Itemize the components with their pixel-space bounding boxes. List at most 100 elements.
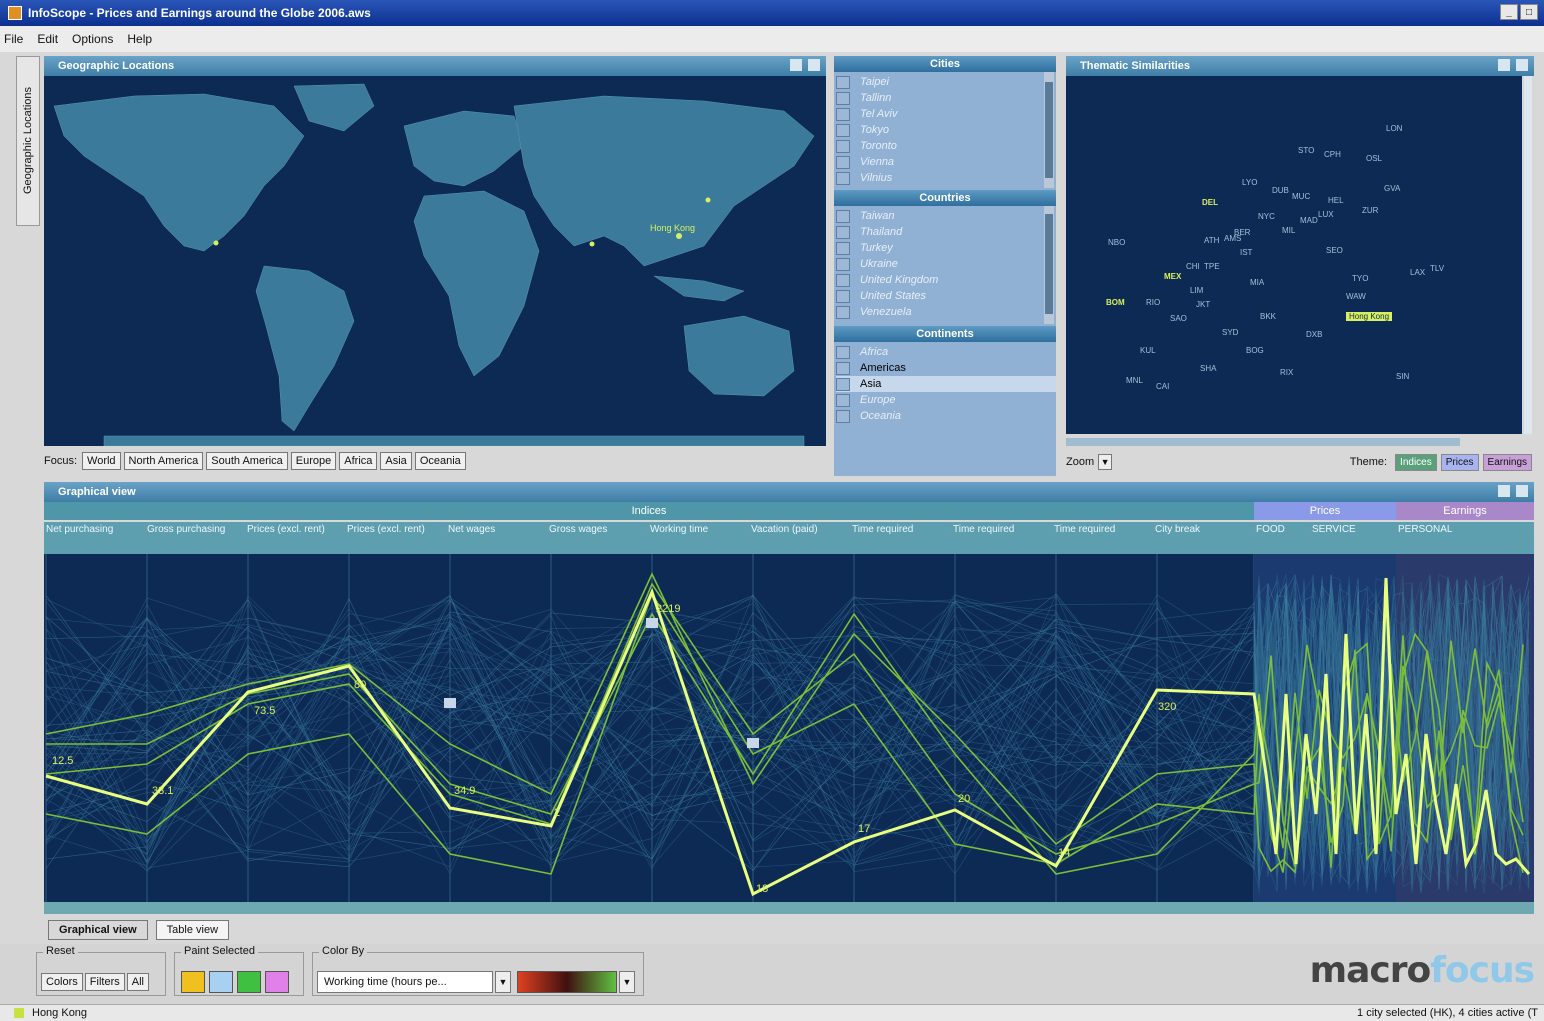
minimize-icon[interactable]: _ [1500,4,1518,20]
checkbox[interactable] [836,305,850,319]
group-prices[interactable]: Prices [1254,502,1396,520]
continent-item-oceania[interactable]: Oceania [836,408,1056,424]
city-code-label[interactable]: DEL [1202,198,1218,207]
gradient-dropdown-icon[interactable]: ▼ [619,971,635,993]
city-code-label[interactable]: LIM [1190,286,1203,295]
checkbox[interactable] [836,257,850,271]
reset-colors-button[interactable]: Colors [41,973,83,991]
city-item[interactable]: Vienna [836,154,1056,170]
city-item[interactable]: Tel Aviv [836,106,1056,122]
checkbox[interactable] [836,123,850,137]
color-by-select[interactable]: Working time (hours pe... [317,971,493,993]
restore-icon[interactable] [1498,485,1510,497]
thematic-hscrollbar[interactable] [1066,438,1460,446]
city-item[interactable]: Taipei [836,74,1056,90]
checkbox[interactable] [836,361,850,375]
city-code-label[interactable]: ZUR [1362,206,1378,215]
city-code-label[interactable]: BKK [1260,312,1276,321]
city-code-label[interactable]: STO [1298,146,1314,155]
focus-north-america-button[interactable]: North America [123,452,204,470]
checkbox[interactable] [836,393,850,407]
city-code-label[interactable]: LAX [1410,268,1425,277]
axis-label[interactable]: Vacation (paid) [749,522,850,538]
city-code-label[interactable]: SIN [1396,372,1409,381]
city-code-label[interactable]: KUL [1140,346,1156,355]
city-code-label[interactable]: MUC [1292,192,1310,201]
checkbox[interactable] [836,171,850,185]
city-code-label[interactable]: NYC [1258,212,1275,221]
checkbox[interactable] [836,91,850,105]
city-code-label[interactable]: SHA [1200,364,1216,373]
city-code-label[interactable]: IST [1240,248,1252,257]
axis-label[interactable]: Time required [850,522,951,538]
axis-label[interactable]: Time required [1052,522,1153,538]
city-item[interactable]: Tokyo [836,122,1056,138]
minimize-panel-icon[interactable] [1516,59,1528,71]
city-code-label[interactable]: TYO [1352,274,1368,283]
city-code-label[interactable]: MIA [1250,278,1264,287]
minimize-panel-icon[interactable] [808,59,820,71]
city-item[interactable]: Toronto [836,138,1056,154]
checkbox[interactable] [836,155,850,169]
axis-label[interactable]: Net purchasing [44,522,145,538]
restore-icon[interactable] [1498,59,1510,71]
axis-label[interactable]: Prices (excl. rent) [245,522,345,538]
city-code-label[interactable]: NBO [1108,238,1125,247]
city-code-label[interactable]: BOM [1106,298,1125,307]
city-code-label[interactable]: LON [1386,124,1402,133]
city-code-label[interactable]: LUX [1318,210,1334,219]
city-code-label[interactable]: OSL [1366,154,1382,163]
maximize-icon[interactable]: □ [1520,4,1538,20]
city-code-label[interactable]: BOG [1246,346,1264,355]
axis-label[interactable]: Working time [648,522,749,538]
focus-south-america-button[interactable]: South America [206,452,288,470]
axis-filter-strip[interactable] [44,902,1534,914]
city-code-label[interactable]: SAO [1170,314,1187,323]
axis-label[interactable]: PERSONAL [1396,522,1534,538]
axis-label[interactable]: Prices (excl. rent) [345,522,446,538]
axis-label[interactable]: Gross purchasing [145,522,245,538]
city-code-label[interactable]: SEO [1326,246,1343,255]
city-code-label[interactable]: TLV [1430,264,1444,273]
country-item[interactable]: United Kingdom [836,272,1056,288]
city-code-label[interactable]: MIL [1282,226,1295,235]
country-item[interactable]: Thailand [836,224,1056,240]
theme-indices-button[interactable]: Indices [1395,453,1437,471]
theme-prices-button[interactable]: Prices [1440,453,1479,471]
reset-filters-button[interactable]: Filters [84,973,125,991]
city-code-label[interactable]: MNL [1126,376,1143,385]
menu-help[interactable]: Help [127,32,152,46]
focus-africa-button[interactable]: Africa [339,452,378,470]
city-code-label[interactable]: LYO [1242,178,1257,187]
selected-city-label[interactable]: Hong Kong [1346,312,1393,321]
checkbox[interactable] [836,75,850,89]
parallel-coordinates-plot[interactable]: 12.5 33.1 73.5 80 34.9 2 2219 18 17 20 14 320 [44,554,1534,902]
country-item[interactable]: Taiwan [836,208,1056,224]
city-code-label[interactable]: RIO [1146,298,1160,307]
city-code-label[interactable]: SYD [1222,328,1238,337]
thematic-vscrollbar[interactable] [1524,76,1532,434]
continent-item-europe[interactable]: Europe [836,392,1056,408]
city-code-label[interactable]: HEL [1328,196,1344,205]
checkbox[interactable] [836,139,850,153]
city-code-label[interactable]: ATH [1204,236,1219,245]
axis-label[interactable]: FOOD [1254,522,1310,538]
checkbox[interactable] [836,107,850,121]
city-code-label[interactable]: CPH [1324,150,1341,159]
country-item[interactable]: Ukraine [836,256,1056,272]
side-tab-geographic[interactable]: Geographic Locations [16,56,40,226]
continent-item-africa[interactable]: Africa [836,344,1056,360]
city-code-label[interactable]: RIX [1280,368,1293,377]
zoom-dropdown-icon[interactable]: ▼ [1098,454,1113,470]
checkbox[interactable] [836,209,850,223]
reset-all-button[interactable]: All [126,973,149,991]
restore-icon[interactable] [790,59,802,71]
city-code-label[interactable]: JKT [1196,300,1210,309]
axis-label[interactable]: SERVICE [1310,522,1396,538]
city-code-label[interactable]: DUB [1272,186,1289,195]
focus-oceania-button[interactable]: Oceania [414,452,466,470]
menu-file[interactable]: File [4,32,23,46]
checkbox[interactable] [836,377,850,391]
axis-label[interactable]: Gross wages [547,522,648,538]
checkbox[interactable] [836,241,850,255]
